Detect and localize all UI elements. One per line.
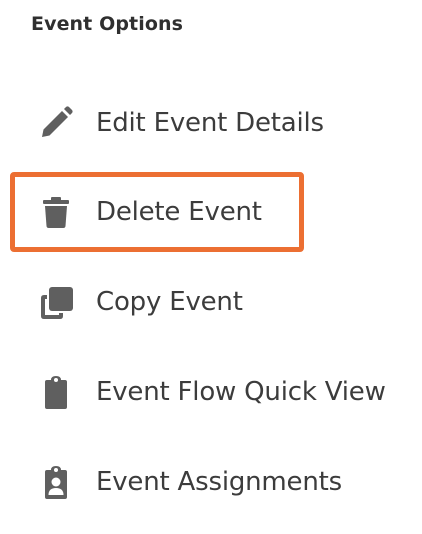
menu-item-label: Event Assignments [96, 467, 342, 497]
menu-item-label: Delete Event [96, 197, 262, 227]
copy-icon [38, 284, 74, 320]
menu-item-event-flow-quick-view[interactable]: Event Flow Quick View [0, 362, 422, 422]
trash-icon [38, 194, 74, 230]
menu-item-edit-event-details[interactable]: Edit Event Details [0, 93, 422, 153]
event-options-panel: Event Options Edit Event Details Delete … [0, 0, 422, 534]
menu-item-label: Edit Event Details [96, 108, 324, 138]
clipboard-icon [38, 374, 74, 410]
clipboard-user-icon [38, 464, 74, 500]
panel-title: Event Options [31, 13, 184, 35]
menu-item-event-assignments[interactable]: Event Assignments [0, 452, 422, 512]
menu-item-label: Event Flow Quick View [96, 377, 386, 407]
menu-item-label: Copy Event [96, 287, 243, 317]
pencil-icon [38, 105, 74, 141]
menu-item-copy-event[interactable]: Copy Event [0, 272, 422, 332]
menu-item-delete-event[interactable]: Delete Event [0, 182, 422, 242]
